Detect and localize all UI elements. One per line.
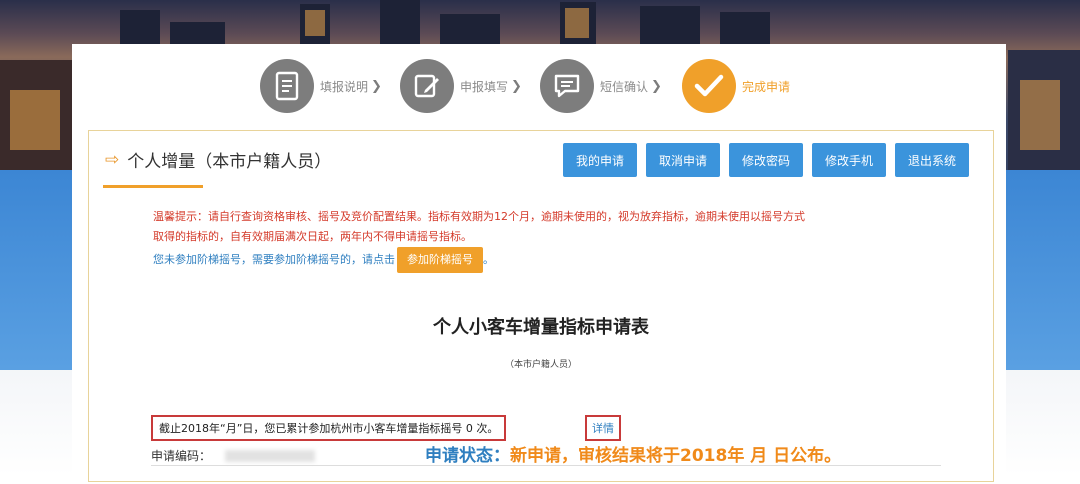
form-title: 个人小客车增量指标申请表 (433, 317, 649, 338)
step-fill-form: 申报填写 ❯ (400, 58, 522, 114)
step-label: 短信确认 (600, 79, 649, 94)
form-subtitle: （本市户籍人员） (504, 360, 577, 370)
cancel-application-button[interactable]: 取消申请 (646, 143, 720, 177)
building (380, 0, 420, 44)
edit-icon (400, 59, 454, 113)
application-number-value-redacted (225, 449, 316, 462)
building (720, 12, 770, 44)
status-value: 新申请，审核结果将于2018年 月 日公布。 (510, 446, 842, 466)
building-lights (305, 10, 325, 36)
right-city-lights (1020, 80, 1060, 150)
chevron-right-icon: ❯ (371, 78, 382, 94)
tip-line: 取得的指标的，自有效期届满次日起，两年内不得申请摇号指标。 (153, 230, 472, 243)
tip-ladder-line: 您未参加阶梯摇号，需要参加阶梯摇号的，请点击 参加阶梯摇号。 (153, 247, 943, 273)
row-divider (151, 465, 941, 466)
tip-line: 温馨提示：请自行查询资格审核、摇号及竞价配置结果。指标有效期为12个月，逾期未使… (153, 210, 805, 223)
building (170, 22, 225, 44)
tip-ladder-tail: 。 (483, 253, 494, 266)
title-underline (103, 185, 203, 188)
details-link[interactable]: 详情 (585, 415, 621, 441)
panel-title: 个人增量（本市户籍人员） (127, 152, 332, 172)
check-icon (682, 59, 736, 113)
application-status: 申请状态：新申请，审核结果将于2018年 月 日公布。 (425, 441, 841, 466)
change-phone-button[interactable]: 修改手机 (812, 143, 886, 177)
building (640, 6, 700, 44)
building (120, 10, 160, 44)
logout-button[interactable]: 退出系统 (895, 143, 969, 177)
left-city-lights (10, 90, 60, 150)
right-blue-band (1000, 170, 1080, 370)
step-complete: 完成申请 (682, 58, 790, 114)
chevron-right-icon: ❯ (651, 78, 662, 94)
left-blue-band (0, 170, 80, 370)
lottery-count-notice: 截止2018年“月”日，您已累计参加杭州市小客车增量指标摇号 0 次。 (151, 415, 507, 441)
document-icon (260, 59, 314, 113)
step-label: 填报说明 (320, 79, 369, 94)
join-ladder-lottery-button[interactable]: 参加阶梯摇号 (397, 247, 483, 273)
arrow-right-icon: ⇨ (105, 149, 120, 170)
step-label: 完成申请 (742, 79, 791, 94)
tips-box: 温馨提示：请自行查询资格审核、摇号及竞价配置结果。指标有效期为12个月，逾期未使… (153, 207, 943, 273)
application-number-label: 申请编码： (151, 449, 212, 463)
tip-ladder-text: 您未参加阶梯摇号，需要参加阶梯摇号的，请点击 (153, 253, 395, 266)
status-key: 申请状态： (425, 446, 510, 466)
step-label: 申报填写 (460, 79, 509, 94)
step-sms-confirm: 短信确认 ❯ (540, 58, 662, 114)
chevron-right-icon: ❯ (511, 78, 522, 94)
change-password-button[interactable]: 修改密码 (729, 143, 803, 177)
panel-header: ⇨ 个人增量（本市户籍人员） (105, 147, 332, 173)
building (440, 14, 500, 44)
step-fill-instructions: 填报说明 ❯ (260, 58, 382, 114)
message-icon (540, 59, 594, 113)
application-number-row: 申请编码： (151, 447, 316, 464)
building-lights (565, 8, 589, 38)
application-panel: ⇨ 个人增量（本市户籍人员） 我的申请 取消申请 修改密码 修改手机 退出系统 … (88, 130, 994, 482)
my-application-button[interactable]: 我的申请 (563, 143, 637, 177)
